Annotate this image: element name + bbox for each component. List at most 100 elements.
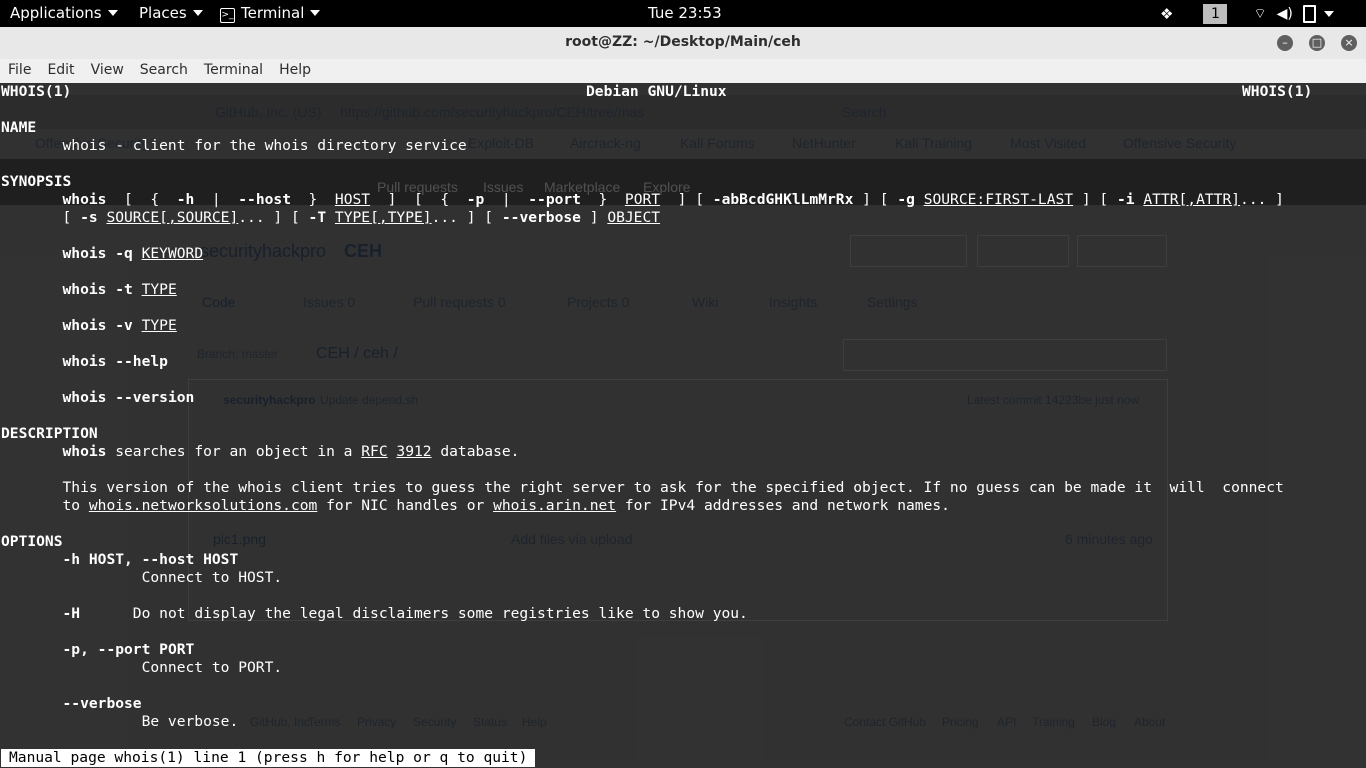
man-line bbox=[1, 461, 1284, 479]
man-line: -p, --port PORT bbox=[1, 641, 1284, 659]
man-text: } bbox=[290, 191, 335, 208]
man-text: -T bbox=[308, 209, 327, 226]
man-text bbox=[326, 209, 335, 226]
volume-icon[interactable]: ◀) bbox=[1277, 6, 1293, 22]
places-label: Places bbox=[139, 4, 187, 22]
wifi-icon[interactable]: ⌔ bbox=[1253, 5, 1266, 23]
man-text: OBJECT bbox=[607, 209, 661, 226]
man-text bbox=[133, 281, 142, 298]
man-line: NAME bbox=[1, 119, 1284, 137]
man-line bbox=[1, 407, 1284, 425]
bg-site-identity: GitHub, Inc. (US) bbox=[215, 104, 322, 120]
man-text: whois bbox=[62, 443, 107, 460]
clock[interactable]: Tue 23:53 bbox=[648, 4, 722, 22]
system-menu-chevron-icon[interactable] bbox=[1323, 10, 1334, 17]
man-text: TYPE[,TYPE] bbox=[334, 209, 432, 226]
man-text: whois bbox=[62, 191, 107, 208]
man-line: OPTIONS bbox=[1, 533, 1284, 551]
man-text: | bbox=[194, 191, 239, 208]
man-text: RFC bbox=[361, 443, 388, 460]
man-text: TYPE bbox=[141, 281, 177, 298]
man-text: -h bbox=[176, 191, 195, 208]
window-title: root@ZZ: ~/Desktop/Main/ceh bbox=[565, 34, 801, 50]
man-text: | bbox=[484, 191, 529, 208]
menu-search[interactable]: Search bbox=[132, 59, 196, 83]
man-text: } bbox=[580, 191, 625, 208]
man-page-content: NAME whois - client for the whois direct… bbox=[1, 119, 1284, 731]
man-text bbox=[133, 245, 142, 262]
man-line bbox=[1, 515, 1284, 533]
man-line: whois -q KEYWORD bbox=[1, 245, 1284, 263]
man-text: ] [ { bbox=[370, 191, 467, 208]
menu-view[interactable]: View bbox=[83, 59, 132, 83]
terminal-app-menu[interactable]: >_ Terminal bbox=[220, 4, 321, 23]
man-text: KEYWORD bbox=[141, 245, 204, 262]
bg-url: https://github.com/securityhackpro/CEH/t… bbox=[340, 104, 645, 120]
man-text: Connect to HOST. bbox=[1, 569, 283, 586]
man-text bbox=[1, 317, 63, 334]
man-text bbox=[915, 191, 924, 208]
man-text: -s bbox=[80, 209, 98, 226]
man-line: whois --version bbox=[1, 389, 1284, 407]
man-text bbox=[1, 443, 63, 460]
man-text: SOURCE[,SOURCE] bbox=[106, 209, 239, 226]
man-text: Be verbose. bbox=[1, 713, 239, 730]
man-header-left: WHOIS(1) bbox=[1, 83, 72, 100]
top-panel: Applications Places >_ Terminal Tue 23:53… bbox=[0, 0, 1366, 27]
man-text: ] bbox=[580, 209, 608, 226]
man-line bbox=[1, 623, 1284, 641]
menu-edit[interactable]: Edit bbox=[39, 59, 82, 83]
applications-menu[interactable]: Applications bbox=[10, 4, 118, 22]
man-line: -H Do not display the legal disclaimers … bbox=[1, 605, 1284, 623]
man-text: HOST bbox=[334, 191, 371, 208]
man-text: SYNOPSIS bbox=[1, 173, 72, 190]
man-line bbox=[1, 371, 1284, 389]
menu-help[interactable]: Help bbox=[271, 59, 319, 83]
man-text: whois -q bbox=[62, 245, 133, 262]
man-line bbox=[1, 227, 1284, 245]
man-text: searches for an object in a bbox=[106, 443, 362, 460]
man-text: -p bbox=[466, 191, 485, 208]
man-line bbox=[1, 335, 1284, 353]
man-text: PORT bbox=[624, 191, 661, 208]
man-text: ] [ bbox=[853, 191, 898, 208]
man-line: SYNOPSIS bbox=[1, 173, 1284, 191]
man-line: This version of the whois client tries t… bbox=[1, 479, 1284, 497]
man-text: Do not display the legal disclaimers som… bbox=[80, 605, 748, 622]
man-line: -h HOST, --host HOST bbox=[1, 551, 1284, 569]
man-line: whois -v TYPE bbox=[1, 317, 1284, 335]
battery-icon[interactable] bbox=[1302, 4, 1316, 23]
applications-label: Applications bbox=[10, 4, 102, 22]
menu-file[interactable]: File bbox=[0, 59, 39, 83]
close-button[interactable]: × bbox=[1341, 35, 1357, 51]
man-text: [ { bbox=[106, 191, 177, 208]
menu-terminal[interactable]: Terminal bbox=[196, 59, 271, 83]
man-text bbox=[1, 191, 63, 208]
man-text: DESCRIPTION bbox=[1, 425, 98, 442]
man-text: -g bbox=[897, 191, 915, 208]
man-line: whois - client for the whois directory s… bbox=[1, 137, 1284, 155]
man-text: 3912 bbox=[396, 443, 432, 460]
terminal-app-label: Terminal bbox=[241, 4, 305, 22]
minimize-button[interactable]: – bbox=[1277, 35, 1293, 51]
maximize-button[interactable]: □ bbox=[1309, 35, 1325, 51]
window-titlebar[interactable]: root@ZZ: ~/Desktop/Main/ceh – □ × bbox=[0, 27, 1366, 60]
man-text: whois --version bbox=[62, 389, 195, 406]
man-text: ... ] bbox=[1240, 191, 1284, 208]
man-line: whois --help bbox=[1, 353, 1284, 371]
man-line: whois [ { -h | --host } HOST ] [ { -p | … bbox=[1, 191, 1284, 209]
system-tray: ❖ 1 ⌔ ◀) bbox=[1160, 0, 1334, 27]
workspace-indicator[interactable]: 1 bbox=[1203, 3, 1228, 24]
terminal-area[interactable]: GitHub, Inc. (US) https://github.com/sec… bbox=[0, 83, 1366, 768]
places-menu[interactable]: Places bbox=[139, 4, 203, 22]
screenshot-tool-icon[interactable]: ❖ bbox=[1160, 5, 1173, 23]
man-text bbox=[1, 281, 63, 298]
man-line bbox=[1, 587, 1284, 605]
man-text: Connect to PORT. bbox=[1, 659, 283, 676]
man-line: whois searches for an object in a RFC 39… bbox=[1, 443, 1284, 461]
man-text: ] [ bbox=[660, 191, 713, 208]
man-header-center: Debian GNU/Linux bbox=[586, 83, 727, 100]
man-line bbox=[1, 263, 1284, 281]
man-line bbox=[1, 299, 1284, 317]
man-text: database. bbox=[431, 443, 520, 460]
